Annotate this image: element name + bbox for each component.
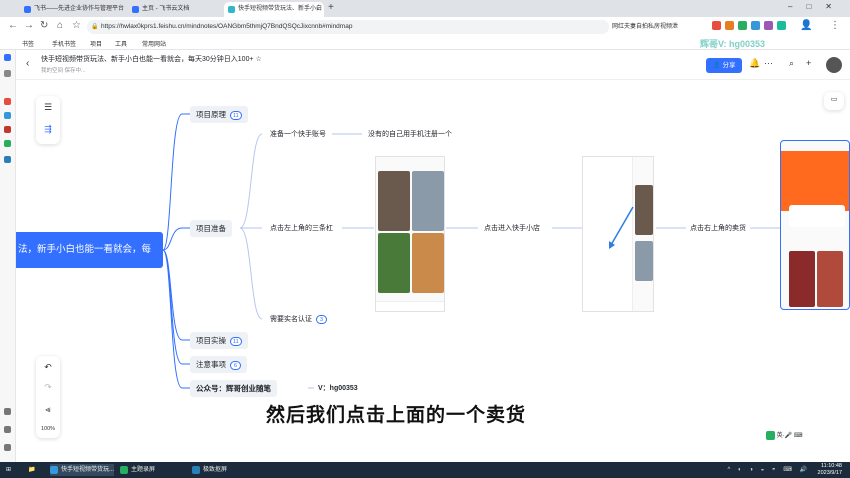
node-step-sell[interactable]: 点击右上角的卖货 [690, 223, 746, 233]
collapsed-count-badge[interactable]: 11 [230, 337, 242, 346]
system-tray[interactable]: ^ ◐ ◑ ◒ ◓ ⌨ 🔊 [728, 466, 810, 473]
node-project-prep[interactable]: 项目准备 [190, 220, 232, 237]
product-thumbnail [789, 251, 815, 307]
node-label: 需要实名认证 [270, 316, 312, 323]
screen: 飞书——先进企业协作与管理平台 主页 - 飞书云文档 快手短视频带货玩法、新手小… [0, 0, 850, 478]
taskbar-label: 主题录屏 [131, 467, 156, 473]
start-icon[interactable]: ⊞ [6, 464, 11, 476]
screenshot-image-feed[interactable] [375, 156, 445, 312]
shop-banner [781, 151, 849, 211]
screenshot-image-menu[interactable] [582, 156, 654, 312]
node-real-name-verify[interactable]: 需要实名认证 3 [270, 314, 327, 324]
collapsed-count-badge[interactable]: 6 [230, 361, 241, 370]
ime-status: 英·🎤 ⌨ [776, 433, 803, 439]
taskbar-label: 快手短视频带货玩... [61, 467, 115, 473]
node-label: 项目原理 [196, 110, 226, 119]
shop-card [789, 205, 845, 227]
node-wechat-id[interactable]: V：hg00353 [318, 383, 358, 393]
clock-time: 11:10:48 [820, 463, 842, 469]
annotation-arrow [609, 206, 634, 249]
node-label: 公众号：辉哥创业随笔 [196, 384, 271, 393]
collapsed-count-badge[interactable]: 11 [230, 111, 242, 120]
screenshot-image-shop[interactable] [780, 140, 850, 310]
clock-date: 2023/9/17 [817, 470, 842, 476]
browser-icon [50, 466, 58, 474]
taskbar-item-browser[interactable]: 快手短视频带货玩... [50, 464, 114, 476]
file-explorer-icon[interactable]: 📁 [28, 464, 35, 476]
taskbar-item-keying[interactable]: 极致抠屏 [192, 464, 227, 476]
node-label: 注意事项 [196, 360, 226, 369]
video-thumbnail [378, 233, 410, 293]
app-tab-bar [376, 301, 444, 311]
windows-taskbar: ⊞ 📁 快手短视频带货玩... 主题录屏 极致抠屏 ^ ◐ ◑ ◒ ◓ ⌨ 🔊 … [0, 462, 850, 478]
taskbar-item-recorder[interactable]: 主题录屏 [120, 464, 155, 476]
clock[interactable]: 11:10:48 2023/9/17 [818, 463, 842, 477]
node-step-shop[interactable]: 点击进入快手小店 [484, 223, 540, 233]
keying-icon [192, 466, 200, 474]
collapsed-count-badge[interactable]: 3 [316, 315, 327, 324]
node-notes[interactable]: 注意事项 6 [190, 356, 247, 373]
node-label: 项目准备 [196, 224, 226, 233]
ime-toolbar[interactable]: 英·🎤 ⌨ [766, 430, 802, 440]
node-project-principle[interactable]: 项目原理 11 [190, 106, 248, 123]
node-step-hamburger[interactable]: 点击左上角的三条杠 [270, 223, 333, 233]
mindmap-root-node[interactable]: 法，新手小白也能一看就会，每 [16, 232, 163, 268]
ime-icon [766, 430, 775, 440]
taskbar-label: 极致抠屏 [203, 467, 228, 473]
node-official-account[interactable]: 公众号：辉哥创业随笔 [190, 380, 277, 397]
video-thumbnail [378, 171, 410, 231]
node-prepare-account[interactable]: 准备一个快手账号 [270, 129, 326, 139]
video-thumbnail [412, 233, 444, 293]
video-thumbnail [412, 171, 444, 231]
node-project-practice[interactable]: 项目实操 11 [190, 332, 248, 349]
node-label: 项目实操 [196, 336, 226, 345]
product-thumbnail [817, 251, 843, 307]
node-register-account[interactable]: 没有的自己用手机注册一个 [368, 129, 452, 139]
video-caption: 然后我们点击上面的一个卖货 [266, 405, 527, 426]
recorder-icon [120, 466, 128, 474]
